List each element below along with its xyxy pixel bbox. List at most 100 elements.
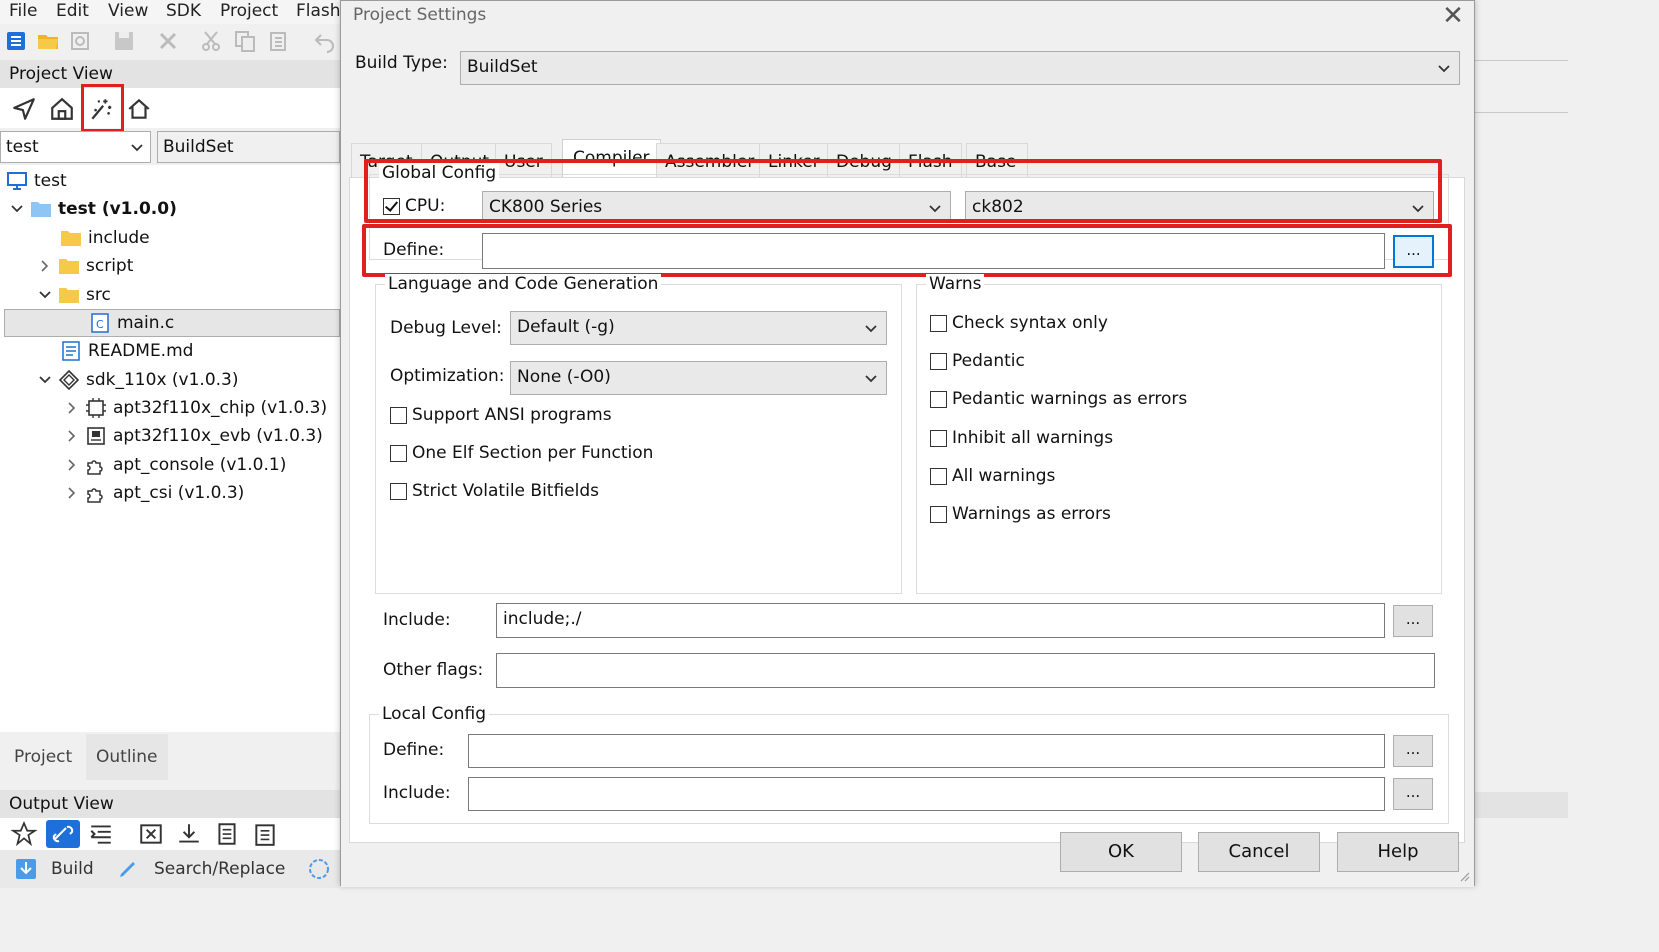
buildset-select[interactable]: BuildSet bbox=[157, 131, 340, 163]
tree-item[interactable]: apt32f110x_chip (v1.0.3) bbox=[65, 394, 327, 422]
check-syntax-only-checkbox[interactable]: Check syntax only bbox=[930, 313, 1108, 333]
menu-view[interactable]: View bbox=[108, 1, 148, 21]
link-button[interactable] bbox=[46, 820, 80, 848]
inhibit-warnings-checkbox[interactable]: Inhibit all warnings bbox=[930, 428, 1113, 448]
build-icon bbox=[16, 859, 36, 879]
build-type-select[interactable]: BuildSet bbox=[460, 51, 1460, 85]
help-button[interactable]: Help bbox=[1337, 832, 1459, 872]
undo-icon[interactable] bbox=[312, 28, 338, 54]
menu-file[interactable]: File bbox=[9, 1, 37, 21]
navigate-icon[interactable] bbox=[7, 92, 41, 126]
tree-item[interactable]: sdk_110x (v1.0.3) bbox=[38, 366, 239, 394]
main-toolbar bbox=[0, 26, 340, 56]
debug-level-select[interactable]: Default (-g) bbox=[510, 311, 887, 345]
paste-icon[interactable] bbox=[266, 28, 292, 54]
tree-item[interactable]: script bbox=[38, 252, 133, 280]
wizard-highlight-box bbox=[81, 84, 124, 132]
checkbox-label: Support ANSI programs bbox=[412, 405, 612, 425]
chevron-right-icon[interactable] bbox=[65, 458, 79, 472]
refresh-icon[interactable] bbox=[67, 28, 93, 54]
tree-item-label: test (v1.0.0) bbox=[58, 199, 177, 219]
menu-project[interactable]: Project bbox=[220, 1, 278, 21]
local-define-label: Define: bbox=[383, 740, 445, 760]
home-build-icon[interactable] bbox=[45, 92, 79, 126]
clipboard-icon[interactable] bbox=[252, 821, 278, 847]
link-icon bbox=[52, 825, 74, 843]
checkbox-label: Inhibit all warnings bbox=[952, 428, 1114, 448]
new-file-icon[interactable] bbox=[3, 28, 29, 54]
spinner-icon bbox=[309, 859, 329, 879]
clear-icon[interactable] bbox=[138, 821, 164, 847]
tab-build[interactable]: Build bbox=[51, 859, 94, 879]
one-elf-section-checkbox[interactable]: One Elf Section per Function bbox=[390, 443, 653, 463]
chevron-right-icon[interactable] bbox=[38, 259, 52, 273]
tree-item[interactable]: apt_console (v1.0.1) bbox=[65, 451, 286, 479]
tree-item[interactable]: apt_csi (v1.0.3) bbox=[65, 479, 244, 507]
checkbox-label: Pedantic bbox=[952, 351, 1025, 371]
ok-button[interactable]: OK bbox=[1060, 832, 1182, 872]
local-define-input[interactable] bbox=[468, 734, 1385, 768]
open-folder-icon[interactable] bbox=[35, 28, 61, 54]
copy-icon[interactable] bbox=[232, 28, 258, 54]
chevron-right-icon[interactable] bbox=[65, 486, 79, 500]
tree-item[interactable]: test bbox=[6, 167, 67, 195]
warnings-as-errors-checkbox[interactable]: Warnings as errors bbox=[930, 504, 1111, 524]
tree-item[interactable]: include bbox=[60, 224, 150, 252]
include-input[interactable]: include;./ bbox=[496, 603, 1385, 638]
download-icon[interactable] bbox=[176, 821, 202, 847]
tab-search-replace[interactable]: Search/Replace bbox=[154, 859, 285, 879]
chevron-down-icon[interactable] bbox=[38, 373, 52, 387]
indent-icon[interactable] bbox=[88, 821, 114, 847]
local-include-label: Include: bbox=[383, 783, 451, 803]
cut-icon[interactable] bbox=[198, 28, 224, 54]
puzzle-icon bbox=[87, 460, 103, 475]
local-include-input[interactable] bbox=[468, 777, 1385, 811]
tree-item[interactable]: apt32f110x_evb (v1.0.3) bbox=[65, 422, 323, 450]
local-define-browse-button[interactable]: ... bbox=[1393, 735, 1433, 767]
local-include-browse-button[interactable]: ... bbox=[1393, 778, 1433, 810]
pedantic-errors-checkbox[interactable]: Pedantic warnings as errors bbox=[930, 389, 1187, 409]
tree-item[interactable]: README.md bbox=[60, 337, 193, 365]
chevron-down-icon bbox=[865, 375, 877, 383]
checkbox-label: Pedantic warnings as errors bbox=[952, 389, 1188, 409]
cancel-button[interactable]: Cancel bbox=[1198, 832, 1320, 872]
output-view-header: Output View bbox=[0, 790, 340, 818]
tree-item[interactable]: test (v1.0.0) bbox=[10, 195, 177, 223]
chevron-down-icon bbox=[131, 144, 143, 152]
project-settings-dialog: Project Settings ✕ Build Type: BuildSet … bbox=[340, 0, 1475, 887]
tree-item-selected[interactable]: C main.c bbox=[4, 309, 340, 337]
copy-icon[interactable] bbox=[214, 821, 240, 847]
chevron-down-icon[interactable] bbox=[38, 288, 52, 302]
close-icon[interactable]: ✕ bbox=[1439, 3, 1467, 31]
debug-level-label: Debug Level: bbox=[390, 318, 502, 338]
chevron-down-icon[interactable] bbox=[10, 202, 24, 216]
resize-grip-icon[interactable] bbox=[1458, 870, 1470, 882]
menu-sdk[interactable]: SDK bbox=[166, 1, 201, 21]
include-browse-button[interactable]: ... bbox=[1393, 605, 1433, 637]
star-icon[interactable] bbox=[11, 821, 37, 847]
checkbox-label: Strict Volatile Bitfields bbox=[412, 481, 599, 501]
strict-volatile-checkbox[interactable]: Strict Volatile Bitfields bbox=[390, 481, 599, 501]
all-warnings-checkbox[interactable]: All warnings bbox=[930, 466, 1055, 486]
tab-outline[interactable]: Outline bbox=[86, 734, 168, 780]
project-tree: test test (v1.0.0) include script src C … bbox=[0, 165, 340, 732]
pedantic-checkbox[interactable]: Pedantic bbox=[930, 351, 1025, 371]
folder-icon bbox=[59, 288, 79, 303]
house-icon[interactable] bbox=[122, 92, 156, 126]
tree-item-label: apt_console (v1.0.1) bbox=[113, 455, 287, 475]
build-type-label: Build Type: bbox=[355, 53, 448, 73]
support-ansi-checkbox[interactable]: Support ANSI programs bbox=[390, 405, 612, 425]
project-select[interactable]: test bbox=[0, 131, 151, 163]
close-icon[interactable] bbox=[155, 28, 181, 54]
menu-flash[interactable]: Flash bbox=[296, 1, 341, 21]
chevron-right-icon[interactable] bbox=[65, 429, 79, 443]
other-flags-input[interactable] bbox=[496, 653, 1435, 688]
tab-project[interactable]: Project bbox=[4, 734, 82, 780]
optimization-select[interactable]: None (-O0) bbox=[510, 361, 887, 395]
chevron-right-icon[interactable] bbox=[65, 401, 79, 415]
tree-item[interactable]: src bbox=[38, 281, 111, 309]
chip-icon bbox=[86, 398, 106, 418]
menu-edit[interactable]: Edit bbox=[56, 1, 89, 21]
tree-item-label: script bbox=[86, 256, 134, 276]
save-icon[interactable] bbox=[111, 28, 137, 54]
